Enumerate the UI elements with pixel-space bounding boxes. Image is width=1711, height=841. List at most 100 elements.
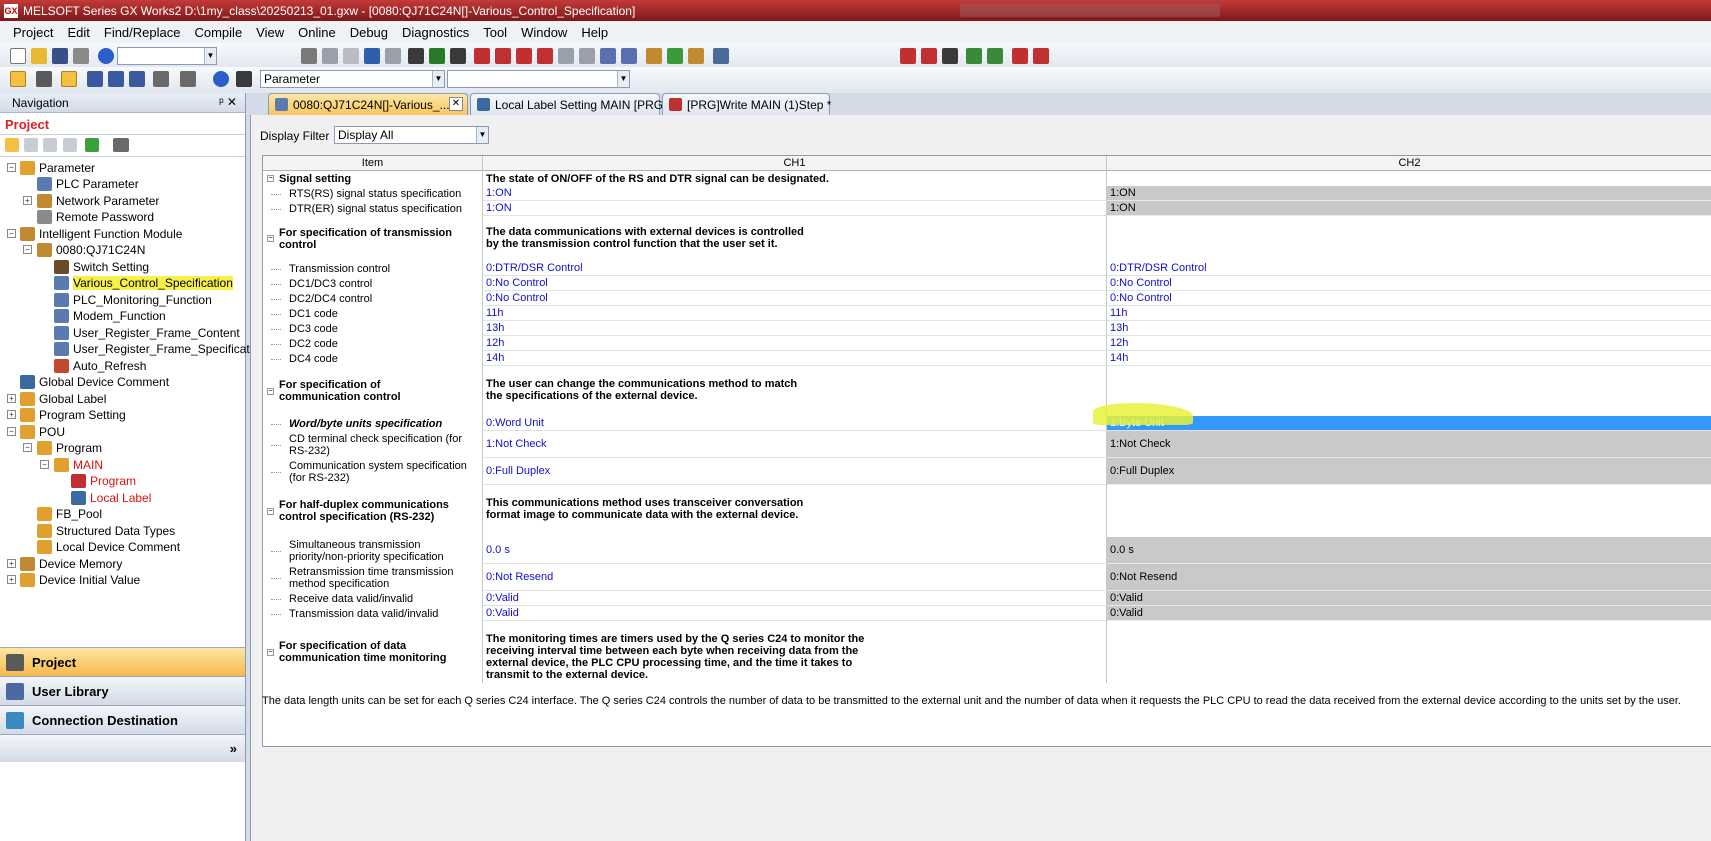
delete-data-icon[interactable] [24, 138, 38, 152]
paste-data-icon[interactable] [63, 138, 77, 152]
table-row-group[interactable]: − For specification of communication cont… [263, 366, 1711, 416]
table-row[interactable]: DC3 code 13h 13h [263, 321, 1711, 336]
change-module-icon[interactable] [579, 48, 595, 64]
table-row[interactable]: Retransmission time transmission method … [263, 564, 1711, 591]
tree-item-device-memory[interactable]: + Device Memory [7, 556, 122, 572]
monitor-icon[interactable] [713, 48, 729, 64]
tree-item-qj71c24n[interactable]: −0080:QJ71C24N [23, 242, 145, 258]
collapse-icon[interactable]: − [267, 235, 274, 242]
ladder-rise-icon[interactable] [1012, 48, 1028, 64]
watch-icon[interactable] [153, 71, 169, 87]
tree-item-program-setting[interactable]: + Program Setting [7, 407, 126, 423]
module-view-icon[interactable] [36, 71, 52, 87]
write-plc-icon[interactable] [646, 48, 662, 64]
pin-close-buttons[interactable]: ᵖ ✕ [219, 95, 237, 109]
tree-item-global-device-comment[interactable]: Global Device Comment [20, 374, 169, 390]
menu-edit[interactable]: Edit [60, 25, 96, 40]
cut-icon[interactable] [301, 48, 317, 64]
tree-item-main-program[interactable]: Program [71, 473, 136, 489]
find-contact-icon[interactable] [450, 48, 466, 64]
change-open-close-icon[interactable] [558, 48, 574, 64]
tree-item-device-initial-value[interactable]: + Device Initial Value [7, 572, 140, 588]
save-icon[interactable] [52, 48, 68, 64]
search-list-icon[interactable] [180, 71, 196, 87]
tree-item-local-label[interactable]: Local Label [71, 490, 151, 506]
read-plc-icon[interactable] [667, 48, 683, 64]
tree-item-pou-program[interactable]: − Program [23, 440, 102, 456]
table-row[interactable]: Receive data valid/invalid 0:Valid 0:Valid [263, 591, 1711, 606]
replace-icon[interactable] [537, 48, 553, 64]
tab-write-main[interactable]: [PRG]Write MAIN (1)Step * [662, 93, 831, 115]
nav-expand-bar[interactable]: » [0, 734, 245, 762]
menu-help[interactable]: Help [574, 25, 615, 40]
print-icon[interactable] [73, 48, 89, 64]
sort-icon[interactable] [113, 138, 129, 152]
cross-reference-icon[interactable] [474, 48, 490, 64]
find-instruction-icon[interactable] [429, 48, 445, 64]
collapse-icon[interactable]: − [267, 507, 274, 515]
menu-compile[interactable]: Compile [187, 25, 249, 40]
table-row-group[interactable]: − Signal setting The state of ON/OFF of th… [263, 171, 1711, 186]
device-batch-icon[interactable] [516, 48, 532, 64]
tree-item-various-control-specification[interactable]: Various_Control_Specification [54, 275, 233, 291]
tree-item-global-label[interactable]: + Global Label [7, 391, 106, 407]
refresh-icon[interactable] [85, 138, 99, 152]
dev-list-icon-b[interactable] [108, 71, 124, 87]
tree-item-main[interactable]: − MAIN [40, 457, 103, 473]
dev-icon-1[interactable] [600, 48, 616, 64]
toolbar-combo-blank[interactable]: ▼ [117, 47, 217, 65]
redo-icon[interactable] [385, 48, 401, 64]
tree-item-intelligent-function-module[interactable]: − Intelligent Function Module [7, 226, 182, 242]
nav-tab-connection-destination[interactable]: Connection Destination [0, 705, 245, 734]
device-list-icon[interactable] [495, 48, 511, 64]
dev-icon-2[interactable] [621, 48, 637, 64]
new-data-icon[interactable] [5, 138, 19, 152]
menu-online[interactable]: Online [291, 25, 343, 40]
close-icon[interactable]: ✕ [449, 97, 463, 111]
open-folder-icon[interactable] [31, 48, 47, 64]
table-row[interactable]: Communication system specification (for … [263, 458, 1711, 485]
verify-plc-icon[interactable] [688, 48, 704, 64]
menu-diagnostics[interactable]: Diagnostics [395, 25, 476, 40]
table-row-group[interactable]: − For specification of data communication… [263, 621, 1711, 683]
tree-item-parameter[interactable]: − Parameter [7, 160, 95, 176]
table-row[interactable]: DC1 code 11h 11h [263, 306, 1711, 321]
tab-local-label-setting[interactable]: Local Label Setting MAIN [PRG] [470, 93, 666, 115]
tree-item-fb-pool[interactable]: FB_Pool [37, 506, 102, 522]
tree-item-network-parameter[interactable]: + Network Parameter [23, 193, 159, 209]
table-row[interactable]: DC1/DC3 control 0:No Control 0:No Control [263, 276, 1711, 291]
undo-icon[interactable] [364, 48, 380, 64]
info-icon[interactable] [213, 71, 229, 87]
table-row[interactable]: CD terminal check specification (for RS-… [263, 431, 1711, 458]
display-filter-select[interactable]: Display All ▼ [334, 126, 489, 144]
tree-item-plc-parameter[interactable]: PLC Parameter [37, 176, 139, 192]
ladder-instruction-icon[interactable] [987, 48, 1003, 64]
copy-data-icon[interactable] [43, 138, 57, 152]
table-row-group[interactable]: − For specification of transmission contr… [263, 216, 1711, 261]
collapse-icon[interactable]: − [267, 648, 274, 656]
menu-debug[interactable]: Debug [343, 25, 395, 40]
menu-find-replace[interactable]: Find/Replace [97, 25, 188, 40]
help-icon[interactable] [98, 48, 114, 64]
table-row[interactable]: DC4 code 14h 14h [263, 351, 1711, 366]
project-view-icon[interactable] [10, 71, 26, 87]
ladder-coil-icon[interactable] [966, 48, 982, 64]
find-device-icon[interactable] [408, 48, 424, 64]
dev-list-icon-a[interactable] [87, 71, 103, 87]
table-row-group[interactable]: − For half-duplex communications control … [263, 485, 1711, 537]
new-file-icon[interactable] [10, 48, 26, 64]
view-combo[interactable]: Parameter ▼ [260, 70, 445, 88]
window-view-icon[interactable] [61, 71, 77, 87]
copy-icon[interactable] [322, 48, 338, 64]
table-row[interactable]: DC2 code 12h 12h [263, 336, 1711, 351]
nav-tab-user-library[interactable]: User Library [0, 676, 245, 705]
table-row[interactable]: DTR(ER) signal status specification 1:ON 1… [263, 201, 1711, 216]
ladder-parallel-icon[interactable] [942, 48, 958, 64]
table-row[interactable]: RTS(RS) signal status specification 1:ON 1… [263, 186, 1711, 201]
tree-item-modem-function[interactable]: Modem_Function [54, 308, 166, 324]
tree-item-plc-monitoring-function[interactable]: PLC_Monitoring_Function [54, 292, 212, 308]
tree-item-user-register-frame-specification[interactable]: User_Register_Frame_Specification [54, 341, 266, 357]
tree-item-remote-password[interactable]: Remote Password [37, 209, 154, 225]
tab-various-control[interactable]: 0080:QJ71C24N[]-Various_... ✕ [268, 93, 468, 115]
tree-item-switch-setting[interactable]: Switch Setting [54, 259, 149, 275]
